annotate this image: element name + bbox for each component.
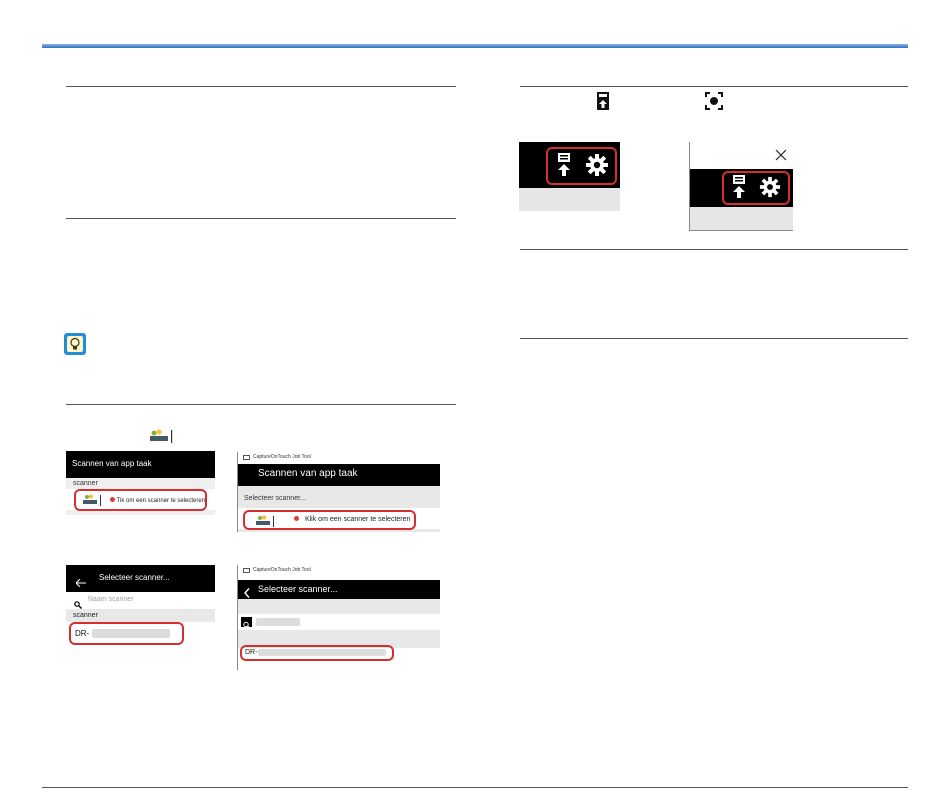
search-input[interactable]: Naam scanner: [88, 596, 134, 603]
tap-to-select[interactable]: Tik om een scanner te selecteren: [110, 497, 205, 504]
page-title: Selecteer scanner...: [258, 584, 338, 594]
app-icon: [243, 455, 250, 460]
scanner-select-icon[interactable]: [255, 514, 275, 532]
window-title: CaptureOnTouch Job Tool: [253, 567, 311, 573]
settings-icon: [705, 92, 723, 110]
status-dot: [110, 497, 115, 502]
section-label: scanner: [73, 612, 98, 619]
screenshot-icon-bar-windows: [689, 142, 793, 231]
scanner-select-icon[interactable]: [82, 493, 102, 511]
status-dot: [294, 516, 299, 521]
scanner-list-item[interactable]: DR-: [245, 649, 257, 656]
scan-job-icon[interactable]: [730, 175, 748, 204]
page-title: Selecteer scanner...: [99, 573, 170, 582]
gear-icon[interactable]: [585, 153, 609, 182]
section-rule: [66, 404, 456, 405]
click-to-select[interactable]: Klik om een scanner te selecteren: [294, 516, 410, 523]
footer-rule: [42, 787, 908, 788]
page-title: Scannen van app taak: [72, 459, 152, 468]
screenshot-windows-task: CaptureOnTouch Job Tool Scannen van app …: [237, 452, 440, 532]
header-bar: [42, 44, 908, 48]
screenshot-android-select: Selecteer scanner... Naam scanner scanne…: [66, 565, 215, 648]
window-title: CaptureOnTouch Job Tool: [253, 454, 311, 460]
screenshot-android-task: Scannen van app taak scanner Tik om een …: [66, 451, 215, 515]
search-input[interactable]: [256, 618, 300, 626]
close-icon[interactable]: [775, 148, 787, 166]
section-label: scanner: [73, 480, 98, 487]
section-label: Selecteer scanner...: [244, 495, 306, 502]
hint-icon: [64, 333, 86, 355]
search-icon: [241, 617, 252, 629]
scan-job-icon[interactable]: [555, 153, 573, 182]
gear-icon[interactable]: [759, 176, 781, 203]
section-rule: [520, 249, 908, 250]
section-rule: [66, 218, 456, 219]
blurred-model: [92, 629, 170, 638]
page-title: Scannen van app taak: [258, 468, 358, 479]
scan-job-icon: [596, 92, 610, 110]
section-rule: [520, 86, 908, 87]
scanner-select-icon: [148, 428, 174, 444]
screenshot-icon-bar-android: [519, 142, 620, 211]
section-rule: [66, 86, 456, 87]
app-icon: [243, 568, 250, 573]
blurred-model: [258, 649, 386, 656]
section-rule: [520, 338, 908, 339]
screenshot-windows-select: CaptureOnTouch Job Tool Selecteer scanne…: [237, 565, 440, 670]
back-arrow-icon[interactable]: [75, 574, 86, 592]
scanner-list-item[interactable]: DR-: [75, 629, 89, 638]
